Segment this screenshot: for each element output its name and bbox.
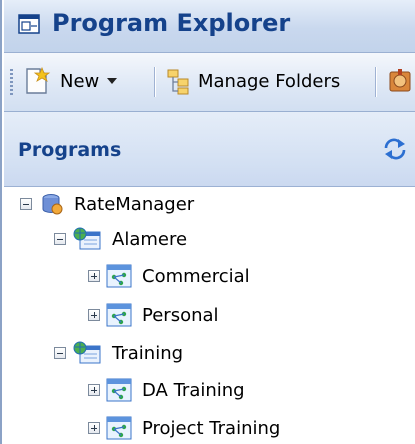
expand-toggle[interactable] xyxy=(88,422,100,434)
dropdown-arrow-icon[interactable] xyxy=(107,78,118,84)
globe-folder-icon xyxy=(73,341,101,364)
tree-node-label: Project Training xyxy=(142,417,281,439)
program-icon xyxy=(106,264,132,288)
tree-node-label: Commercial xyxy=(142,265,250,287)
expand-toggle[interactable] xyxy=(88,384,100,396)
globe-folder-icon xyxy=(73,227,101,250)
tree-node-commercial[interactable]: Commercial xyxy=(88,260,250,292)
tree-node-personal[interactable]: Personal xyxy=(88,299,219,331)
program-tree: RateManager Alamere Commercial Personal … xyxy=(4,187,415,444)
tree-node-da-training[interactable]: DA Training xyxy=(88,374,245,406)
programs-panel-header: Programs xyxy=(4,112,415,187)
program-icon xyxy=(106,303,132,327)
manage-folders-button[interactable]: Manage Folders xyxy=(166,64,340,98)
panel-title: Programs xyxy=(18,139,122,161)
title-bar: Program Explorer xyxy=(4,0,415,53)
toolbar-separator xyxy=(375,67,376,97)
new-document-icon xyxy=(26,66,51,94)
tree-node-label: RateManager xyxy=(74,193,195,215)
tree-node-label: DA Training xyxy=(142,379,245,401)
program-icon xyxy=(106,416,132,440)
manage-folders-icon xyxy=(167,69,189,95)
tree-node-project-training[interactable]: Project Training xyxy=(88,412,280,444)
toolbar-overflow-icon[interactable] xyxy=(386,67,415,97)
tree-node-label: Training xyxy=(112,342,184,364)
refresh-icon[interactable] xyxy=(382,136,408,162)
collapse-toggle[interactable] xyxy=(20,198,32,210)
tree-node-training[interactable]: Training xyxy=(54,337,183,369)
program-explorer-window: Program Explorer New Manage Folders Prog… xyxy=(0,0,415,444)
window-title: Program Explorer xyxy=(52,9,291,37)
expand-toggle[interactable] xyxy=(88,270,100,282)
collapse-toggle[interactable] xyxy=(54,233,66,245)
expand-toggle[interactable] xyxy=(88,309,100,321)
tree-node-label: Personal xyxy=(142,304,219,326)
toolbar: New Manage Folders xyxy=(4,53,415,112)
new-button[interactable]: New xyxy=(22,64,118,98)
tree-node-ratemanager[interactable]: RateManager xyxy=(20,188,194,220)
toolbar-separator xyxy=(154,67,155,97)
tree-node-label: Alamere xyxy=(112,228,188,250)
manage-folders-label: Manage Folders xyxy=(198,70,341,92)
database-icon xyxy=(42,194,63,215)
window-icon xyxy=(18,14,40,34)
new-button-label: New xyxy=(60,70,100,92)
toolbar-grip[interactable] xyxy=(10,69,13,95)
tree-node-alamere[interactable]: Alamere xyxy=(54,223,187,255)
collapse-toggle[interactable] xyxy=(54,347,66,359)
program-icon xyxy=(106,378,132,402)
